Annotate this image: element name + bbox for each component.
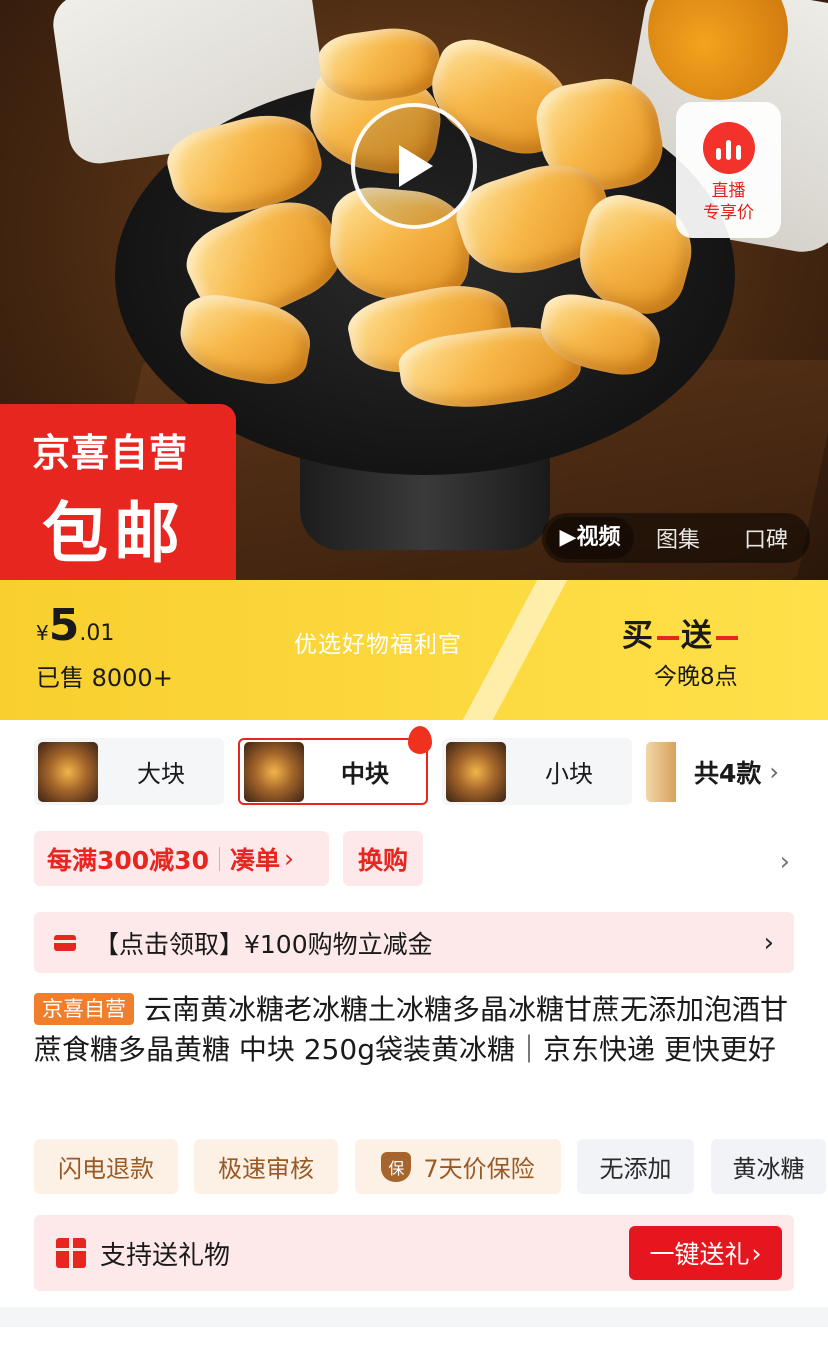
live-exclusive-price-button[interactable]: 直播 专享价 <box>676 102 781 238</box>
sku-small[interactable]: 小块 <box>442 738 632 805</box>
gift-label: 支持送礼物 <box>100 1240 231 1271</box>
tag-fast-refund[interactable]: 闪电退款 <box>34 1139 178 1194</box>
exchange-button[interactable]: 换购 <box>343 831 423 886</box>
sku-large[interactable]: 大块 <box>34 738 224 805</box>
combine-order-link[interactable]: 凑单 <box>230 841 280 877</box>
sold-count: 已售 8000+ <box>36 664 173 692</box>
service-tags: 闪电退款 极速审核 保 7天价保险 无添加 黄冰糖 <box>34 1139 828 1194</box>
hot-flame-icon <box>408 726 432 754</box>
chevron-right-icon[interactable]: › <box>780 847 790 877</box>
banner-slogan: 优选好物福利官 <box>294 632 462 658</box>
sku-label: 中块 <box>341 760 389 788</box>
sku-selector: 大块 中块 小块 共4款 › <box>34 726 828 805</box>
sku-thumbnail <box>38 741 98 802</box>
card-icon <box>54 934 76 951</box>
promo-time: 今晚8点 <box>654 664 738 690</box>
tag-label: 7天价保险 <box>423 1155 535 1183</box>
free-shipping-badge: 京喜自营 包邮 <box>0 404 236 580</box>
chevron-right-icon: › <box>769 757 780 786</box>
tab-video[interactable]: ▶视频 <box>546 517 634 559</box>
self-operated-tag: 京喜自营 <box>34 993 134 1025</box>
chevron-right-icon: › <box>284 844 294 873</box>
tag-no-additives[interactable]: 无添加 <box>577 1139 694 1194</box>
sku-more-button[interactable]: 共4款 › <box>646 738 779 805</box>
price: ¥5.01 <box>36 600 115 651</box>
shield-icon: 保 <box>381 1151 412 1182</box>
tag-yellow-rock-sugar[interactable]: 黄冰糖 <box>711 1139 826 1194</box>
sku-label: 大块 <box>137 760 185 788</box>
tag-fast-review[interactable]: 极速审核 <box>194 1139 338 1194</box>
discount-coupon[interactable]: 每满300减30 凑单 › <box>34 831 329 886</box>
live-stream-icon <box>702 122 755 174</box>
product-image-carousel[interactable]: 直播 专享价 京喜自营 包邮 ▶视频 图集 口碑 <box>0 0 828 580</box>
shopping-voucher-banner[interactable]: 【点击领取】¥100购物立减金 › <box>34 912 794 973</box>
send-gift-button[interactable]: 一键送礼 › <box>629 1226 782 1280</box>
chevron-right-icon: › <box>763 927 774 958</box>
voucher-text: 【点击领取】¥100购物立减金 <box>94 929 433 959</box>
sku-label: 小块 <box>545 760 593 788</box>
discount-label: 每满300减30 <box>47 845 209 875</box>
sku-count-label: 共4款 <box>694 758 762 788</box>
sku-thumbnail <box>446 741 506 802</box>
section-divider <box>0 1307 828 1327</box>
badge-top-text: 京喜自营 <box>32 431 189 475</box>
product-title-text: 云南黄冰糖老冰糖土冰糖多晶冰糖甘蔗无添加泡酒甘蔗食糖多晶黄糖 中块 250g袋装… <box>34 993 789 1066</box>
product-title: 京喜自营 云南黄冰糖老冰糖土冰糖多晶冰糖甘蔗无添加泡酒甘蔗食糖多晶黄糖 中块 25… <box>34 990 799 1070</box>
gift-icon <box>56 1238 86 1268</box>
price-banner: ¥5.01 已售 8000+ 优选好物福利官 买送 今晚8点 <box>0 580 828 720</box>
media-tabs: ▶视频 图集 口碑 <box>542 513 810 563</box>
tab-reviews[interactable]: 口碑 <box>722 522 810 554</box>
tab-gallery[interactable]: 图集 <box>634 522 722 554</box>
sku-thumbnail <box>244 741 304 802</box>
badge-main-text: 包邮 <box>42 495 186 572</box>
play-icon <box>399 145 433 187</box>
gift-row: 支持送礼物 一键送礼 › <box>34 1215 794 1291</box>
chevron-right-icon: › <box>751 1238 762 1268</box>
live-label: 直播 专享价 <box>703 181 754 223</box>
sku-thumbnail <box>646 741 676 802</box>
sku-medium[interactable]: 中块 <box>238 726 432 805</box>
buy-one-get-one: 买送 <box>622 610 740 655</box>
tag-price-protection[interactable]: 保 7天价保险 <box>355 1139 561 1194</box>
lightning-decoration <box>462 580 568 720</box>
play-video-button[interactable] <box>351 103 477 229</box>
